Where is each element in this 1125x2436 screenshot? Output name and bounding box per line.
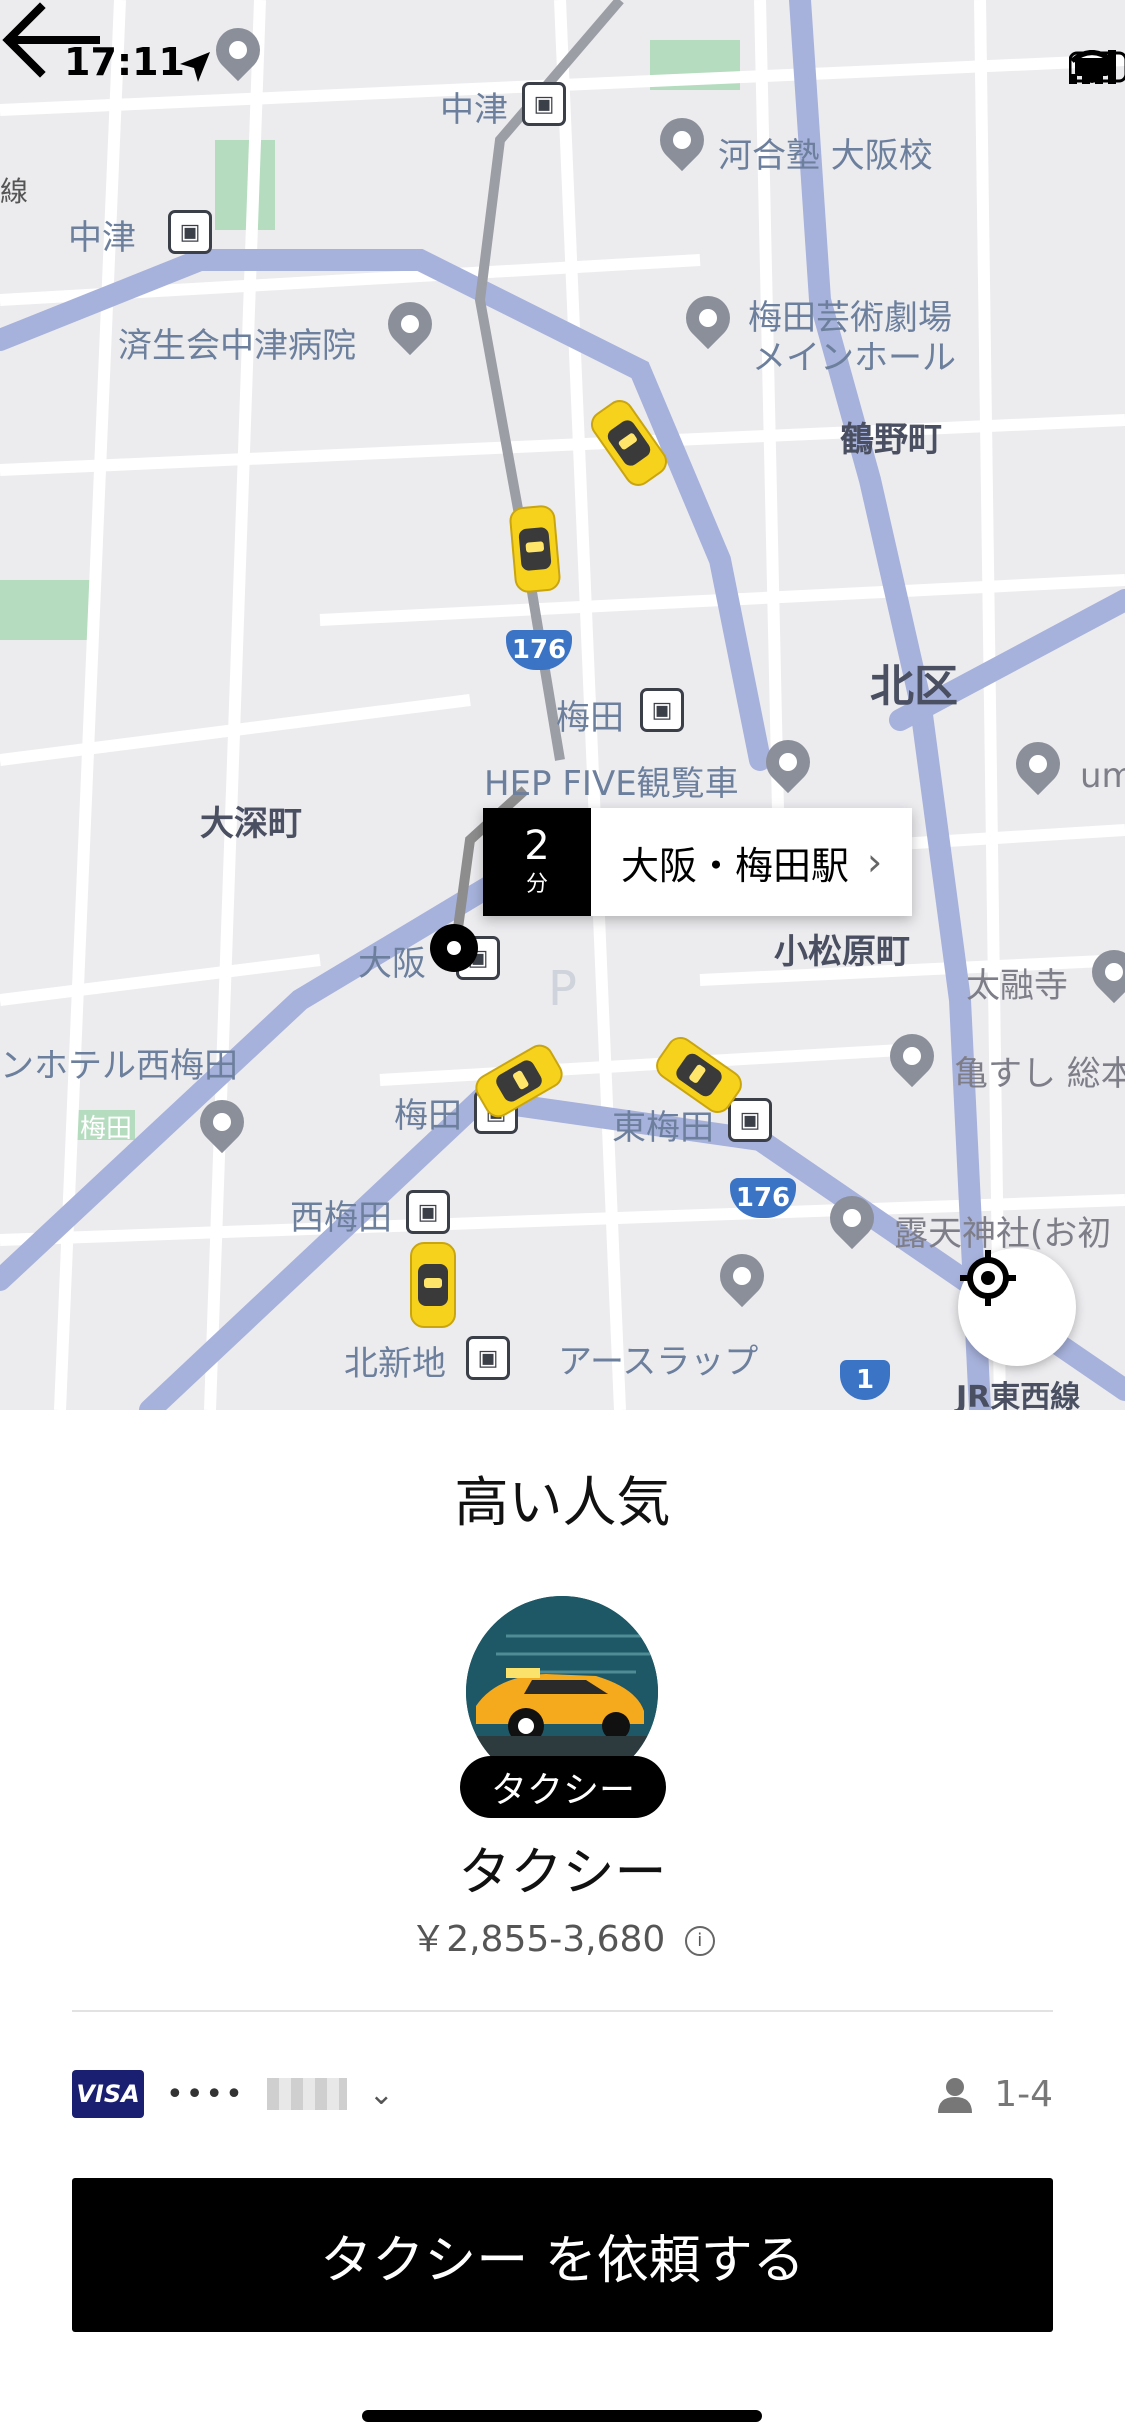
svg-text:P: P — [548, 961, 577, 1017]
seat-count-selector[interactable]: 1-4 — [938, 2074, 1053, 2115]
map-label: 中津 — [440, 90, 508, 130]
request-taxi-button[interactable]: タクシー を依頼する — [72, 2178, 1053, 2332]
pickup-destination[interactable]: 大阪・梅田駅 › — [591, 808, 913, 916]
map-label: 大深町 — [200, 804, 302, 844]
fare-estimate[interactable]: ￥2,855-3,680 i — [0, 1910, 1125, 1962]
taxi-car-icon — [508, 504, 562, 594]
chevron-down-icon: ⌄ — [368, 2076, 394, 2112]
vehicle-name: タクシー — [458, 1843, 667, 1903]
card-number-redacted — [266, 2078, 347, 2110]
map-label: 小松原町 — [774, 932, 910, 972]
map-label: 東梅田 — [612, 1108, 714, 1148]
eta-unit: 分 — [525, 872, 548, 897]
map-label: 北区 — [870, 661, 958, 712]
map-view[interactable]: P 中津 河合塾 大阪校 中津 済生会中津病院 梅田芸術劇場 メインホール 鶴野… — [0, 0, 1125, 1410]
station-icon[interactable]: ▣ — [406, 1190, 450, 1234]
station-icon[interactable]: ▣ — [466, 1336, 510, 1380]
card-number-masked: •••• — [166, 2076, 245, 2112]
chevron-right-icon: › — [867, 840, 883, 884]
back-arrow-icon[interactable] — [0, 0, 100, 80]
person-icon — [938, 2077, 973, 2113]
vehicle-type-badge: タクシー — [460, 1756, 666, 1818]
crosshair-icon — [960, 1250, 1016, 1306]
station-icon[interactable]: ▣ — [522, 82, 566, 126]
map-label: メインホール — [752, 338, 956, 378]
ride-options-sheet: 高い人気 タクシー タクシー ￥2,855-3,680 i VISA •••• … — [0, 1410, 1125, 2436]
map-label: 亀すし 総本 — [954, 1054, 1125, 1094]
home-indicator[interactable] — [362, 2410, 762, 2422]
map-label: 済生会中津病院 — [118, 326, 356, 366]
map-label: ンホテル西梅田 — [0, 1046, 238, 1086]
payment-method-selector[interactable]: VISA •••• ⌄ — [72, 2070, 394, 2118]
map-label: 大阪 — [358, 944, 426, 984]
taxi-car-icon — [410, 1242, 456, 1328]
pickup-location-marker[interactable] — [430, 924, 478, 972]
eta-minutes: 2 — [524, 823, 550, 869]
map-label: 鶴野町 — [840, 420, 942, 460]
map-label: 梅田 — [394, 1096, 462, 1136]
map-label: 線 — [0, 175, 29, 208]
map-label: 梅田 — [80, 1114, 133, 1144]
info-icon[interactable]: i — [684, 1926, 715, 1956]
destination-label: 大阪・梅田駅 — [621, 843, 850, 888]
station-icon[interactable]: ▣ — [640, 688, 684, 732]
map-label: 北新地 — [344, 1344, 446, 1384]
location-arrow-icon — [180, 52, 210, 82]
eta-box: 2 分 — [483, 808, 591, 916]
map-label: HEP FIVE観覧車 — [484, 764, 739, 804]
map-label: 太融寺 — [966, 966, 1068, 1006]
map-label: 中津 — [68, 218, 136, 258]
visa-card-icon: VISA — [72, 2070, 144, 2118]
map-label: JR東西線 — [956, 1380, 1081, 1410]
pickup-eta-callout[interactable]: 2 分 大阪・梅田駅 › — [483, 808, 913, 916]
battery-icon — [1069, 51, 1125, 83]
route-shield: 176 — [506, 630, 572, 670]
recenter-location-button[interactable] — [958, 1248, 1076, 1366]
map-label: um — [1080, 756, 1125, 796]
map-label: 河合塾 大阪校 — [718, 136, 933, 176]
section-title: 高い人気 — [454, 1471, 671, 1534]
map-label: アースラップ — [558, 1342, 759, 1382]
station-icon[interactable]: ▣ — [728, 1098, 772, 1142]
divider — [72, 2010, 1053, 2012]
route-shield: 176 — [730, 1178, 796, 1218]
seat-count: 1-4 — [994, 2074, 1053, 2115]
fare-estimate-text: ￥2,855-3,680 — [410, 1919, 666, 1960]
map-label: 西梅田 — [290, 1198, 392, 1238]
map-label: 梅田 — [556, 698, 624, 738]
station-icon[interactable]: ▣ — [168, 210, 212, 254]
